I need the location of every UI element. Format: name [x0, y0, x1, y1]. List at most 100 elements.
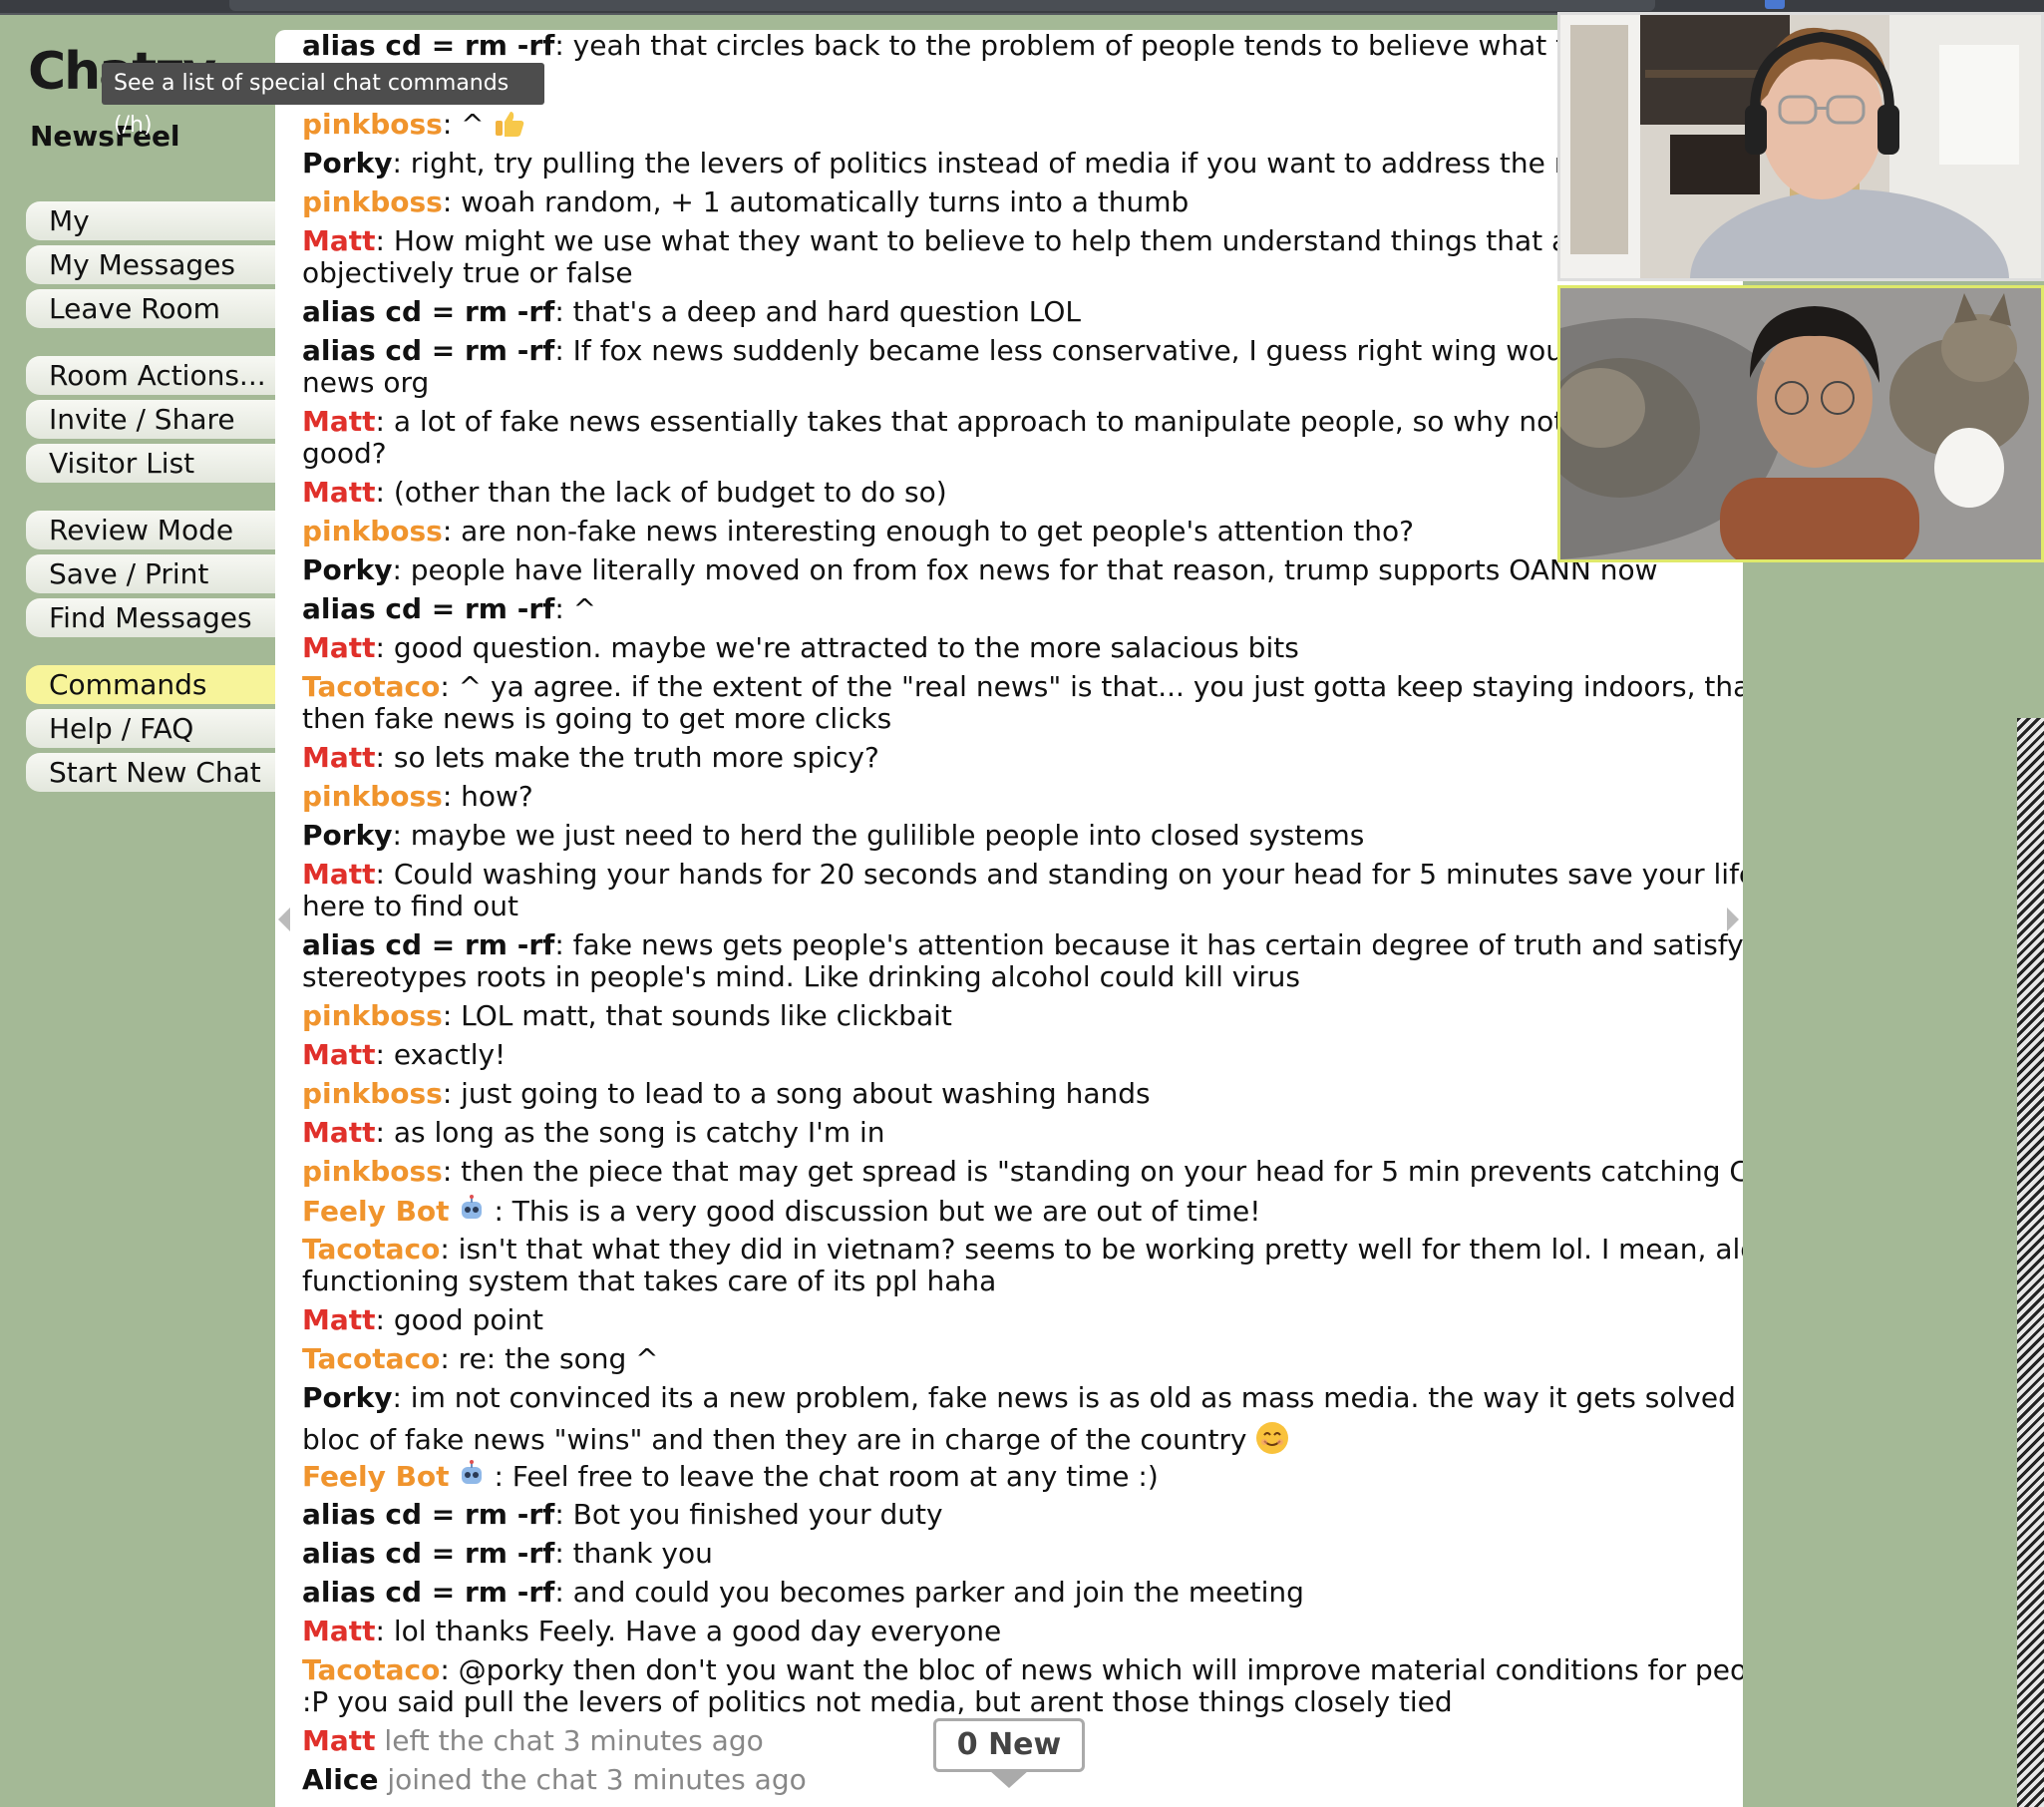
message-username[interactable]: Matt: [302, 1038, 376, 1071]
chat-message: alias cd = rm -rf: fake news gets people…: [302, 928, 1743, 961]
message-username[interactable]: Porky: [302, 819, 392, 852]
message-username[interactable]: Matt: [302, 631, 376, 664]
message-username[interactable]: pinkboss: [302, 515, 443, 547]
message-text: : as long as the song is catchy I'm in: [375, 1116, 885, 1149]
message-username[interactable]: Feely Bot: [302, 1460, 450, 1493]
menu-help-faq-button[interactable]: Help / FAQ: [26, 709, 275, 748]
message-username[interactable]: alias cd = rm -rf: [302, 334, 554, 367]
video-tile-2[interactable]: [1557, 285, 2044, 562]
message-text: : ^ ya agree. if the extent of the "real…: [440, 670, 1743, 703]
message-username[interactable]: Tacotaco: [302, 1233, 440, 1265]
message-text: : Bot you finished your duty: [554, 1498, 943, 1531]
message-username[interactable]: Tacotaco: [302, 1653, 440, 1686]
chat-message: alias cd = rm -rf: yeah that circles bac…: [302, 30, 1719, 62]
message-username[interactable]: Matt: [302, 1116, 376, 1149]
message-text: : @porky then don't you want the bloc of…: [440, 1653, 1743, 1686]
message-username[interactable]: Matt: [302, 405, 376, 438]
message-username[interactable]: Tacotaco: [302, 1342, 440, 1375]
chat-message: Matt: exactly!: [302, 1039, 1718, 1071]
chat-message: Tacotaco: @porky then don't you want the…: [302, 1653, 1743, 1686]
menu-my-messages-button[interactable]: My Messages: [26, 245, 275, 284]
message-username[interactable]: Matt: [302, 476, 376, 509]
message-username[interactable]: alias cd = rm -rf: [302, 30, 554, 62]
new-messages-button[interactable]: 0 New: [933, 1718, 1085, 1772]
commands-tooltip: See a list of special chat commands (/h): [102, 63, 544, 138]
message-username[interactable]: pinkboss: [302, 1155, 443, 1188]
message-text: joined the chat 3 minutes ago: [378, 1763, 807, 1796]
chat-message: Feely Bot : Feel free to leave the chat …: [302, 1460, 1718, 1493]
menu-find-messages-button[interactable]: Find Messages: [26, 598, 275, 637]
menu-invite-share-button[interactable]: Invite / Share: [26, 400, 275, 439]
message-username[interactable]: Tacotaco: [302, 670, 440, 703]
chat-message: pinkboss: are non-fake news interesting …: [302, 516, 1718, 547]
message-text: : Feel free to leave the chat room at an…: [485, 1460, 1159, 1493]
message-username[interactable]: Porky: [302, 147, 392, 180]
message-username[interactable]: Porky: [302, 1381, 392, 1414]
message-username[interactable]: Matt: [302, 1303, 376, 1336]
message-text: stereotypes roots in people's mind. Like…: [302, 960, 1300, 993]
chat-message: pinkboss: just going to lead to a song a…: [302, 1078, 1718, 1110]
chat-message: Porky: maybe we just need to herd the gu…: [302, 820, 1718, 852]
message-username[interactable]: alias cd = rm -rf: [302, 1576, 554, 1609]
chat-message: :P you said pull the levers of politics …: [302, 1686, 1718, 1718]
menu-save-print-button[interactable]: Save / Print: [26, 554, 275, 593]
menu-room-actions-button[interactable]: Room Actions...: [26, 356, 275, 395]
message-username[interactable]: Matt: [302, 1615, 376, 1647]
message-username[interactable]: Alice: [302, 1763, 378, 1796]
chat-message: alias cd = rm -rf: ^: [302, 593, 1718, 625]
left-arrow-icon[interactable]: [278, 907, 290, 931]
message-username[interactable]: pinkboss: [302, 999, 443, 1032]
chat-panel[interactable]: alias cd = rm -rf: yeah that circles bac…: [275, 30, 1743, 1807]
menu-visitor-list-button[interactable]: Visitor List: [26, 444, 275, 483]
menu-leave-room-button[interactable]: Leave Room: [26, 289, 275, 328]
chat-message: Matt: lol thanks Feely. Have a good day …: [302, 1616, 1718, 1647]
chat-message: Matt: good question. maybe we're attract…: [302, 632, 1718, 664]
message-text: here to find out: [302, 890, 518, 922]
right-arrow-icon[interactable]: [1727, 907, 1739, 931]
message-text: : If fox news suddenly became less conse…: [554, 334, 1719, 367]
chat-message: good?: [302, 438, 1718, 470]
message-text: : re: the song ^: [440, 1342, 659, 1375]
message-username[interactable]: Porky: [302, 553, 392, 586]
video-tile-1[interactable]: [1557, 12, 2044, 281]
chat-message: alias cd = rm -rf: that's a deep and har…: [302, 296, 1718, 328]
message-username[interactable]: pinkboss: [302, 185, 443, 218]
message-text: : woah random, + 1 automatically turns i…: [442, 185, 1190, 218]
message-username[interactable]: Feely Bot: [302, 1195, 450, 1228]
robot-icon: [461, 1460, 482, 1484]
chat-message: Matt: so lets make the truth more spicy?: [302, 742, 1718, 774]
chat-message: Porky: im not convinced its a new proble…: [302, 1381, 1743, 1414]
message-text: then fake news is going to get more clic…: [302, 702, 892, 735]
message-username[interactable]: alias cd = rm -rf: [302, 928, 554, 961]
chat-message: alias cd = rm -rf: and could you becomes…: [302, 1577, 1718, 1609]
smiley-icon: [1256, 1422, 1289, 1454]
chat-message: pinkboss: ^: [302, 109, 1718, 141]
message-username[interactable]: pinkboss: [302, 108, 443, 141]
message-text: :P you said pull the levers of politics …: [302, 1685, 1453, 1718]
message-text: : (other than the lack of budget to do s…: [375, 476, 947, 509]
chat-message: Porky: right, try pulling the levers of …: [302, 148, 1718, 180]
chat-message: here to find out: [302, 891, 1718, 922]
message-text: : just going to lead to a song about was…: [442, 1077, 1151, 1110]
chat-message: alias cd = rm -rf: If fox news suddenly …: [302, 335, 1718, 367]
menu-start-new-chat-button[interactable]: Start New Chat: [26, 753, 275, 792]
message-username[interactable]: alias cd = rm -rf: [302, 1498, 554, 1531]
message-text: : ^: [442, 108, 494, 141]
message-username[interactable]: Matt: [302, 1724, 376, 1757]
menu-review-mode-button[interactable]: Review Mode: [26, 511, 275, 549]
message-username[interactable]: Matt: [302, 224, 376, 257]
menu-my-preferences-button[interactable]: My Preferences...: [26, 201, 275, 276]
message-text: : im not convinced its a new problem, fa…: [392, 1381, 1743, 1414]
message-text: : This is a very good discussion but we …: [485, 1195, 1261, 1228]
message-username[interactable]: pinkboss: [302, 1077, 443, 1110]
message-username[interactable]: alias cd = rm -rf: [302, 1537, 554, 1570]
message-text: : people have literally moved on from fo…: [392, 553, 1658, 586]
message-username[interactable]: pinkboss: [302, 780, 443, 813]
message-username[interactable]: Matt: [302, 858, 376, 891]
message-username[interactable]: Matt: [302, 741, 376, 774]
message-username[interactable]: alias cd = rm -rf: [302, 295, 554, 328]
menu-commands-button[interactable]: Commands: [26, 665, 275, 704]
chat-message: functioning system that takes care of it…: [302, 1265, 1718, 1297]
robot-icon: [461, 1195, 482, 1219]
message-username[interactable]: alias cd = rm -rf: [302, 592, 554, 625]
